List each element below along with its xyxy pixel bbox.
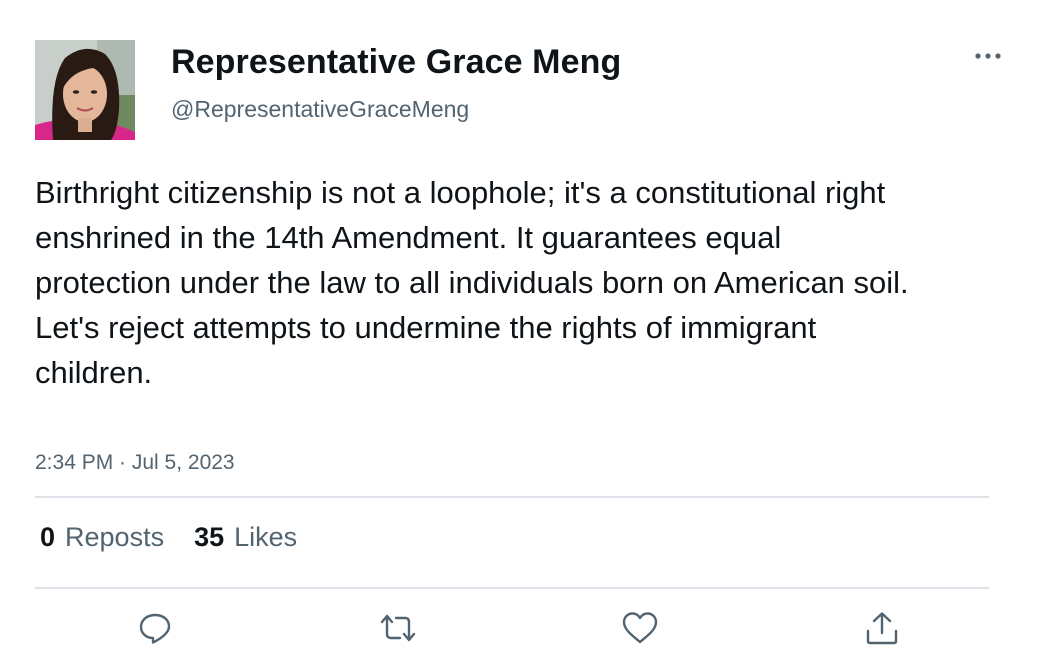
share-icon [866,612,898,645]
engagement-stats: 0 Reposts 35 Likes [40,522,297,553]
tweet-timestamp[interactable]: 2:34 PM · Jul 5, 2023 [35,451,235,475]
reply-button[interactable] [135,608,175,648]
tweet-text: Birthright citizenship is not a loophole… [35,175,909,390]
reposts-count: 0 [40,522,56,552]
like-button[interactable] [620,608,660,648]
reposts-label: Reposts [65,522,165,552]
user-handle[interactable]: @RepresentativeGraceMeng [171,96,469,123]
more-dots-icon [975,53,1001,59]
tweet-card: Representative Grace Meng @Representativ… [0,0,1050,660]
repost-button[interactable] [378,608,418,648]
likes-stat[interactable]: 35 Likes [194,522,297,553]
reply-icon [139,613,171,644]
more-options-button[interactable] [968,42,1008,70]
divider [35,587,989,589]
likes-count: 35 [194,522,225,552]
reposts-stat[interactable]: 0 Reposts [40,522,164,553]
likes-label: Likes [234,522,298,552]
divider [35,496,989,498]
avatar[interactable] [35,40,135,140]
display-name[interactable]: Representative Grace Meng [171,43,621,82]
repost-icon [380,614,416,642]
avatar-image [35,40,135,140]
heart-icon [622,612,658,644]
share-button[interactable] [862,608,902,648]
